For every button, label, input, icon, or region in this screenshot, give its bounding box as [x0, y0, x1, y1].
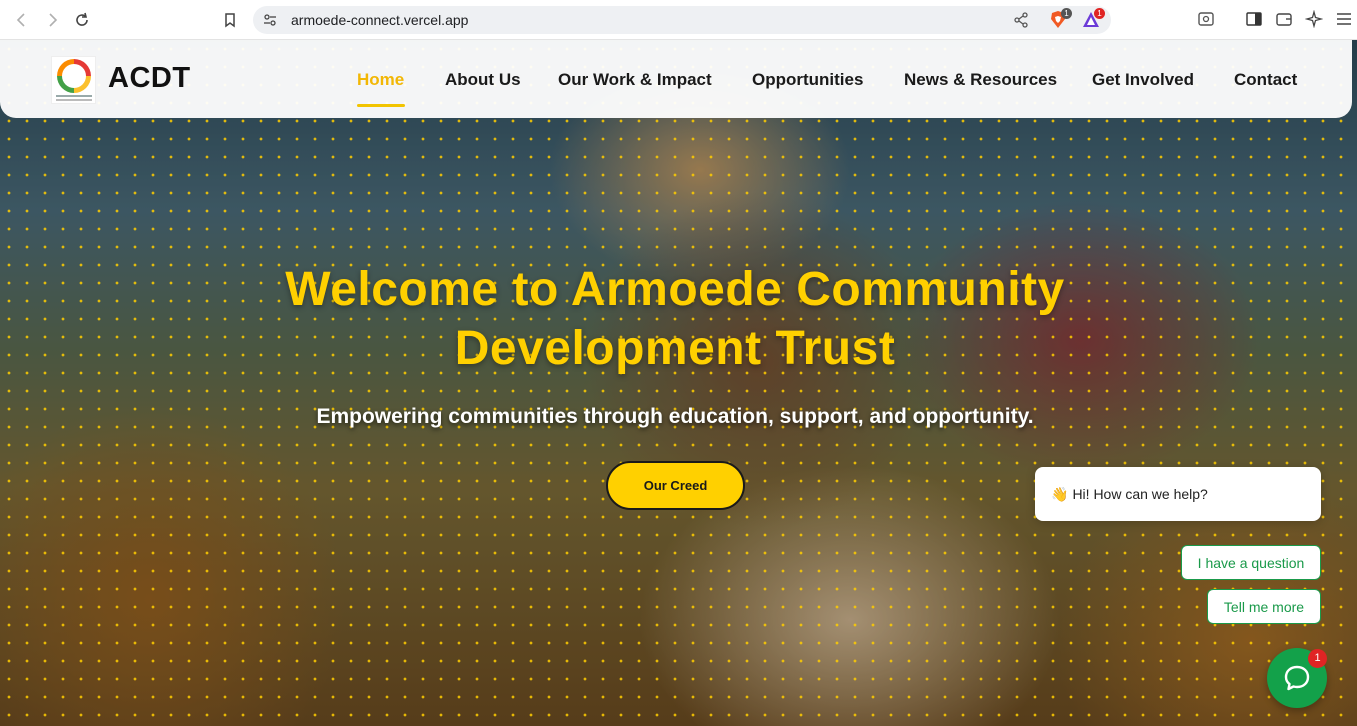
reader-mode-icon[interactable]	[1197, 10, 1215, 28]
nav-opportunities[interactable]: Opportunities	[752, 70, 863, 90]
share-icon[interactable]	[1013, 12, 1029, 28]
sidebar-icon[interactable]	[1245, 10, 1263, 28]
nav-news-resources[interactable]: News & Resources	[904, 70, 1057, 90]
hero-title: Welcome to Armoede Community Development…	[0, 260, 1350, 378]
nav-get-involved[interactable]: Get Involved	[1092, 70, 1194, 90]
brave-shield-icon[interactable]: 1	[1048, 8, 1072, 30]
chat-greeting-bubble: 👋 Hi! How can we help?	[1035, 467, 1321, 521]
leo-ai-icon[interactable]	[1305, 10, 1323, 28]
chat-option-question[interactable]: I have a question	[1181, 545, 1321, 580]
forward-icon[interactable]	[40, 8, 64, 32]
our-creed-button[interactable]: Our Creed	[606, 461, 745, 510]
nav-our-work-impact[interactable]: Our Work & Impact	[558, 70, 712, 90]
brave-rewards-icon[interactable]: 1	[1081, 8, 1105, 30]
bookmark-icon[interactable]	[218, 8, 242, 32]
nav-home[interactable]: Home	[357, 70, 404, 90]
logo-caption	[56, 95, 92, 97]
logo-ring-icon	[57, 59, 91, 93]
nav-about-us[interactable]: About Us	[445, 70, 521, 90]
chat-greeting-text: Hi! How can we help?	[1072, 486, 1208, 502]
site-settings-icon[interactable]	[263, 13, 277, 27]
back-icon[interactable]	[10, 8, 34, 32]
url-text[interactable]: armoede-connect.vercel.app	[291, 12, 468, 28]
hero-title-line-2: Development Trust	[454, 322, 896, 375]
page-viewport: ACDT Home About Us Our Work & Impact Opp…	[0, 40, 1357, 726]
hero-dot-pattern	[0, 40, 1357, 726]
reload-icon[interactable]	[70, 8, 94, 32]
wave-icon: 👋	[1051, 485, 1069, 502]
chat-option-tell-more[interactable]: Tell me more	[1207, 589, 1321, 624]
brand-name[interactable]: ACDT	[108, 62, 191, 95]
active-nav-indicator	[357, 104, 405, 107]
brave-badge: 1	[1061, 8, 1072, 19]
rewards-badge: 1	[1094, 8, 1105, 19]
nav-contact[interactable]: Contact	[1234, 70, 1297, 90]
hero-title-line-1: Welcome to Armoede Community	[285, 263, 1065, 316]
wallet-icon[interactable]	[1275, 10, 1293, 28]
address-bar[interactable]: armoede-connect.vercel.app 1 1	[253, 6, 1111, 34]
chat-icon	[1284, 665, 1310, 691]
logo[interactable]	[51, 56, 96, 104]
site-header: ACDT Home About Us Our Work & Impact Opp…	[0, 40, 1352, 118]
menu-icon[interactable]	[1335, 10, 1353, 28]
browser-toolbar: armoede-connect.vercel.app 1 1	[0, 0, 1357, 40]
hero-subtitle: Empowering communities through education…	[316, 405, 1034, 428]
chat-unread-badge: 1	[1308, 649, 1327, 668]
